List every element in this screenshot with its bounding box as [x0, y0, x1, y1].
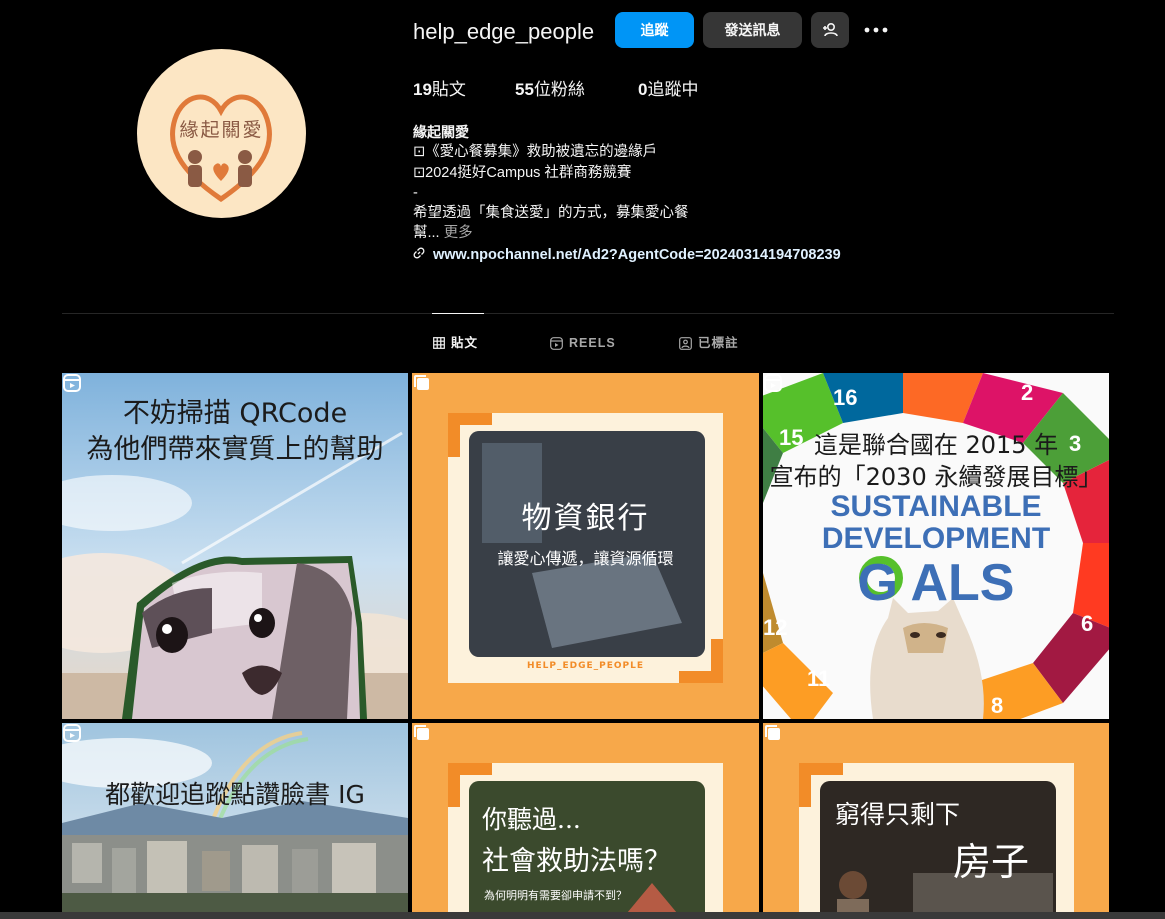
- post-title: 物資銀行: [521, 501, 650, 536]
- post-tile[interactable]: 你聽過... 社會救助法嗎？ 為何明明有需要卻申請不到？: [412, 723, 759, 919]
- posts-count-value: 19: [413, 80, 432, 99]
- horizontal-scrollbar[interactable]: [0, 912, 1165, 919]
- post-title-line-1: 你聽過...: [482, 805, 581, 834]
- post-tile[interactable]: 物資銀行 讓愛心傳遞，讓資源循環 HELP_EDGE_PEOPLE: [412, 373, 759, 719]
- sdg-logo-line-3: G ALS: [857, 554, 1015, 612]
- post-tile[interactable]: 不妨掃描 QRCode 為他們帶來實質上的幫助: [62, 373, 408, 719]
- tab-tagged[interactable]: 已標註: [679, 335, 739, 351]
- svg-text:11: 11: [807, 666, 830, 691]
- bio-link-text: www.npochannel.net/Ad2?AgentCode=2024031…: [433, 247, 841, 263]
- bio-line-2: ⊡2024挺好Campus 社群商務競賽: [413, 165, 632, 181]
- svg-text:6: 6: [1081, 611, 1093, 636]
- grid-icon: [433, 337, 445, 349]
- post-footer: HELP_EDGE_PEOPLE: [526, 661, 645, 671]
- post-title-line-1: 窮得只剩下: [835, 800, 961, 829]
- bio-more-link[interactable]: 更多: [444, 225, 473, 241]
- bio-link[interactable]: www.npochannel.net/Ad2?AgentCode=2024031…: [413, 245, 841, 265]
- posts-count-label: 貼文: [431, 80, 466, 99]
- svg-text:2: 2: [1021, 380, 1033, 405]
- followers-count[interactable]: 55位粉絲: [515, 79, 585, 101]
- reels-badge-icon: [63, 724, 81, 742]
- person-plus-icon: [823, 22, 838, 37]
- post-image: [62, 723, 408, 919]
- active-tab-indicator: [432, 313, 484, 314]
- post-title-line-2: 社會救助法嗎？: [482, 846, 671, 877]
- svg-text:8: 8: [991, 693, 1003, 718]
- post-caption-line-1: 這是聯合國在 2015 年: [813, 431, 1059, 459]
- more-dots-icon: [864, 27, 888, 33]
- tab-tagged-label: 已標註: [698, 336, 739, 350]
- follow-button[interactable]: 追蹤: [615, 12, 694, 48]
- more-options-button[interactable]: [857, 12, 895, 48]
- bio-line-1: ⊡《愛心餐募集》救助被遺忘的邊緣戶: [413, 144, 658, 160]
- tagged-icon: [679, 336, 692, 350]
- bio-line-4: 希望透過「集食送愛」的方式，募集愛心餐: [413, 205, 689, 221]
- post-title-line-2: 房子: [953, 840, 1030, 884]
- sdg-logo-line-2: DEVELOPMENT: [821, 522, 1051, 555]
- link-icon: [413, 245, 427, 265]
- message-button[interactable]: 發送訊息: [703, 12, 802, 48]
- reels-badge-icon: [764, 374, 782, 392]
- carousel-badge-icon: [414, 725, 429, 740]
- tab-reels[interactable]: REELS: [550, 335, 616, 351]
- post-tile[interactable]: 窮得只剩下 房子: [763, 723, 1109, 919]
- following-count[interactable]: 0追蹤中: [638, 79, 698, 101]
- profile-username: help_edge_people: [413, 19, 595, 44]
- carousel-badge-icon: [414, 375, 429, 390]
- reels-icon: [550, 336, 563, 350]
- followers-count-value: 55: [515, 80, 534, 99]
- bio-line-5: 幫... 更多: [413, 223, 473, 243]
- bio-name: 緣起關愛: [413, 124, 469, 140]
- post-caption-line-2: 為他們帶來實質上的幫助: [86, 434, 384, 465]
- suggest-button[interactable]: [811, 12, 849, 48]
- carousel-badge-icon: [765, 725, 780, 740]
- following-count-label: 追蹤中: [647, 80, 699, 99]
- tabs-divider: [62, 313, 1114, 314]
- post-caption-line-2: 宣布的「2030 永續發展目標」: [769, 463, 1103, 491]
- sdg-logo-line-1: SUSTAINABLE: [830, 490, 1042, 523]
- svg-text:12: 12: [763, 615, 787, 640]
- bio-line-3: -: [413, 185, 418, 201]
- svg-text:16: 16: [833, 385, 857, 410]
- post-caption-line-1: 都歡迎追蹤點讚臉書 IG: [105, 780, 365, 809]
- followers-count-label: 位粉絲: [533, 80, 585, 99]
- post-subtitle: 為何明明有需要卻申請不到？: [484, 889, 627, 902]
- tab-posts[interactable]: 貼文: [433, 335, 478, 351]
- post-tile[interactable]: 16 2 15 3 12 6 11 8 這是聯合國在 2015 年 宣布的「20…: [763, 373, 1109, 719]
- reels-badge-icon: [63, 374, 81, 392]
- post-tile[interactable]: 都歡迎追蹤點讚臉書 IG: [62, 723, 408, 919]
- post-caption-line-1: 不妨掃描 QRCode: [122, 398, 348, 429]
- tab-posts-label: 貼文: [451, 336, 479, 350]
- posts-count[interactable]: 19貼文: [413, 79, 466, 101]
- profile-avatar[interactable]: 緣起關愛: [137, 49, 306, 218]
- tab-reels-label: REELS: [569, 336, 616, 350]
- post-subtitle: 讓愛心傳遞，讓資源循環: [497, 549, 674, 568]
- avatar-text: 緣起關愛: [179, 119, 264, 141]
- bio-line-5-text: 幫...: [413, 225, 440, 241]
